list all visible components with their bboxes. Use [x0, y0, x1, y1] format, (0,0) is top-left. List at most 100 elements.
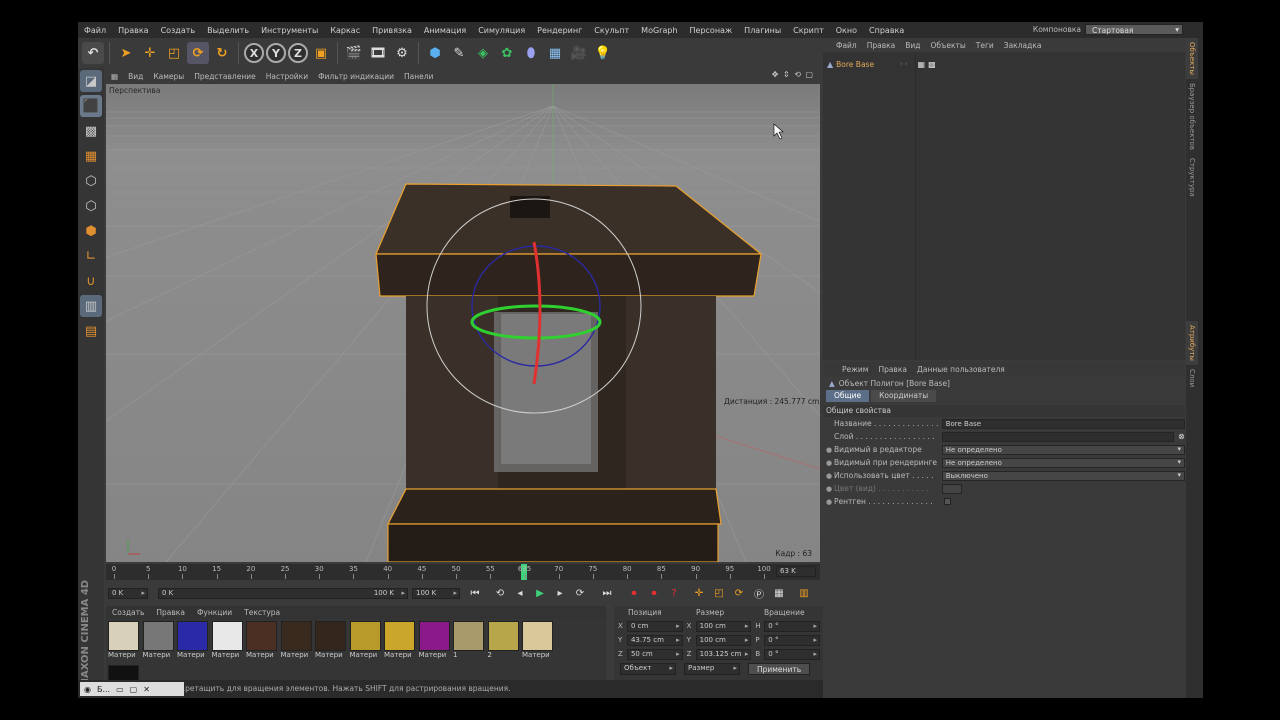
spline-pen-icon[interactable]: ✎ [448, 42, 470, 64]
layer-field[interactable] [942, 431, 1174, 442]
material-item[interactable]: Матери [418, 621, 452, 665]
undo-icon[interactable]: ↶ [82, 42, 104, 64]
position-value-field[interactable]: 50 cm [626, 648, 683, 660]
next-key-icon[interactable]: ⟳ [571, 585, 589, 601]
deformer-icon[interactable]: ⬮ [520, 42, 542, 64]
rotation-value-field[interactable]: 0 ° [764, 620, 821, 632]
perspective-viewport[interactable]: Перспектива Дистанция : 245.777 cm Кадр … [106, 84, 820, 562]
material-item[interactable]: Матери [349, 621, 383, 665]
autokey-icon[interactable]: ⏺ [645, 585, 663, 601]
key-param-icon[interactable]: Ⓟ [750, 585, 768, 601]
object-menu-item[interactable]: Файл [831, 41, 862, 50]
snap-icon[interactable]: ▥ [80, 295, 102, 317]
material-item[interactable]: Матери [522, 621, 555, 665]
play-icon[interactable]: ▶ [531, 585, 549, 601]
menu-item[interactable]: Инструменты [255, 26, 324, 35]
material-item[interactable]: Матери [108, 621, 141, 665]
display-color-swatch[interactable] [942, 483, 962, 494]
start-frame-field[interactable]: 0 K [108, 587, 148, 599]
object-name[interactable]: Bore Base [836, 60, 874, 69]
attribute-menu-item[interactable]: Правка [873, 365, 912, 374]
size-value-field[interactable]: 100 cm [695, 634, 752, 646]
object-menu-item[interactable]: Объекты [926, 41, 971, 50]
camera-icon[interactable]: 🎥 [568, 42, 590, 64]
go-to-end-icon[interactable]: ⏭ [598, 585, 616, 601]
coord-mode-dropdown[interactable]: Объект [620, 663, 676, 675]
material-menu-item[interactable]: Создать [106, 608, 150, 617]
menu-item[interactable]: Создать [155, 26, 202, 35]
viewport-menu-item[interactable]: Камеры [148, 72, 189, 81]
select-arrow-icon[interactable]: ➤ [115, 42, 137, 64]
material-item[interactable]: Матери [280, 621, 314, 665]
material-swatch[interactable] [522, 621, 553, 651]
object-menu-item[interactable]: Закладка [999, 41, 1047, 50]
size-value-field[interactable]: 100 cm [695, 620, 752, 632]
bore-base-model[interactable] [375, 183, 763, 562]
viewport-menu-item[interactable]: Настройки [261, 72, 313, 81]
tab-attributes[interactable]: Атрибуты [1186, 320, 1198, 365]
size-value-field[interactable]: 103.125 cm [695, 648, 752, 660]
tab-object-browser[interactable]: Браузер объектов [1186, 79, 1198, 154]
preview-range-slider[interactable]: 0 K 100 K [158, 587, 408, 599]
recent-tool-icon[interactable]: ↻ [211, 42, 233, 64]
material-menu-item[interactable]: Функции [191, 608, 238, 617]
material-item[interactable]: Матери [384, 621, 417, 665]
menu-item[interactable]: Анимация [418, 26, 472, 35]
tab-objects[interactable]: Объекты [1186, 38, 1198, 79]
material-item[interactable]: Матери [177, 621, 210, 665]
restore-icon[interactable]: ▭ [116, 685, 124, 694]
keyframe-selection-icon[interactable]: ? [665, 585, 683, 601]
floor-icon[interactable]: ▦ [544, 42, 566, 64]
timeline-current-field[interactable]: 63 K [776, 566, 816, 577]
menu-item[interactable]: Справка [863, 26, 910, 35]
move-icon[interactable]: ✛ [139, 42, 161, 64]
material-swatch[interactable] [211, 621, 243, 651]
record-icon[interactable]: ⏺ [625, 585, 643, 601]
texture-mode-icon[interactable]: ▩ [80, 120, 102, 142]
edges-mode-icon[interactable]: ⬡ [80, 195, 102, 217]
scale-icon[interactable]: ◰ [163, 42, 185, 64]
viewport-menu-item[interactable]: Представление [189, 72, 261, 81]
z-axis-lock-icon[interactable]: Z [288, 43, 308, 63]
material-swatch[interactable] [349, 621, 381, 651]
x-axis-lock-icon[interactable]: X [244, 43, 264, 63]
material-menu-item[interactable]: Правка [150, 608, 191, 617]
object-menu-item[interactable]: Правка [862, 41, 901, 50]
attribute-menu-item[interactable]: Данные пользователя [912, 365, 1010, 374]
material-swatch[interactable] [280, 621, 312, 651]
use-color-dropdown[interactable]: Выключено [941, 470, 1186, 481]
visible-editor-dropdown[interactable]: Не определено [941, 444, 1186, 455]
key-rotate-icon[interactable]: ⟳ [730, 585, 748, 601]
close-icon[interactable]: ✕ [143, 685, 150, 694]
tab-structure[interactable]: Структура [1186, 154, 1198, 201]
menu-item[interactable]: Симуляция [472, 26, 531, 35]
timeline-ruler[interactable]: 0 5 10 15 20 25 30 35 40 45 50 55 635 70 75 80 85 90 95 100… [106, 564, 820, 580]
viewport-menu-icon[interactable]: ▦ [106, 72, 123, 81]
menu-item[interactable]: Окно [830, 26, 863, 35]
menu-item[interactable]: Правка [112, 26, 154, 35]
size-mode-dropdown[interactable]: Размер [684, 663, 740, 675]
material-swatch[interactable] [177, 621, 208, 651]
make-editable-icon[interactable]: ◪ [80, 70, 102, 92]
position-value-field[interactable]: 0 cm [626, 620, 683, 632]
layer-reset-icon[interactable]: ⊗ [1178, 432, 1185, 441]
key-pla-icon[interactable]: ▦ [770, 585, 788, 601]
position-value-field[interactable]: 43.75 cm [626, 634, 683, 646]
minimized-window[interactable]: ◉ Б... ▭ ▢ ✕ [80, 682, 184, 696]
material-swatch[interactable] [142, 621, 174, 651]
material-item[interactable]: 1 [453, 621, 486, 665]
render-picture-viewer-icon[interactable]: 🎞 [367, 42, 389, 64]
material-item[interactable]: Матери [315, 621, 348, 665]
model-mode-icon[interactable]: ⬛ [80, 95, 102, 117]
menu-item[interactable]: Привязка [366, 26, 418, 35]
material-menu-item[interactable]: Текстура [238, 608, 286, 617]
tab-layers[interactable]: Слои [1186, 365, 1198, 391]
points-mode-icon[interactable]: ⬡ [80, 170, 102, 192]
polygons-mode-icon[interactable]: ⬢ [80, 220, 102, 242]
visibility-dots-icon[interactable]: ◦◦ [899, 60, 908, 69]
layout-selector[interactable]: Компоновка Стартовая [1033, 24, 1183, 35]
go-to-start-icon[interactable]: ⏮ [466, 585, 484, 601]
viewport-menu-item[interactable]: Фильтр индикации [313, 72, 399, 81]
subdivision-icon[interactable]: ◈ [472, 42, 494, 64]
y-axis-lock-icon[interactable]: Y [266, 43, 286, 63]
